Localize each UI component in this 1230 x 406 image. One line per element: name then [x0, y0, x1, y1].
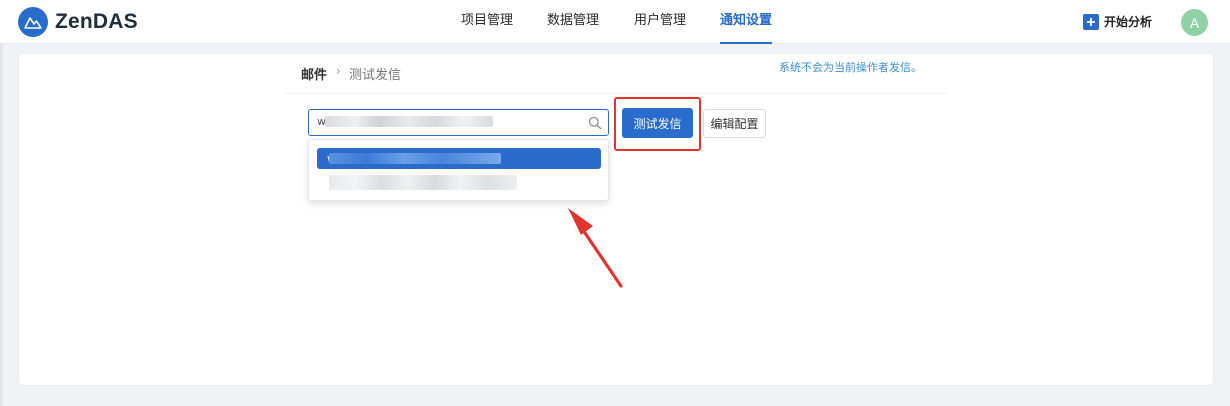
nav-item-data[interactable]: 数据管理 [547, 0, 599, 44]
red-arrow-annotation [568, 208, 623, 288]
dropdown-option-redacted[interactable] [329, 175, 517, 190]
recipient-search-input[interactable]: w [308, 109, 609, 136]
breadcrumb-current: 测试发信 [349, 68, 402, 83]
left-edge-strip [0, 44, 3, 406]
highlight-box [614, 97, 701, 151]
chart-logo-icon [18, 7, 48, 37]
avatar[interactable]: A [1181, 9, 1208, 36]
redacted-option-value [329, 153, 501, 164]
brand-logo[interactable]: ZenDAS [18, 7, 138, 37]
brand-name: ZenDAS [55, 10, 138, 33]
breadcrumb-root[interactable]: 邮件 [301, 64, 327, 83]
start-analysis-label: 开始分析 [1104, 15, 1153, 29]
start-analysis-button[interactable]: 开始分析 [1083, 13, 1152, 30]
nav-item-users[interactable]: 用户管理 [634, 0, 686, 44]
header-divider [284, 93, 948, 94]
dropdown-option-selected[interactable]: w [317, 148, 601, 169]
top-bar: ZenDAS 项目管理 数据管理 用户管理 通知设置 开始分析 A [0, 0, 1230, 44]
search-icon[interactable] [588, 115, 602, 134]
nav-item-notifications[interactable]: 通知设置 [720, 0, 773, 44]
nav-item-projects[interactable]: 项目管理 [461, 0, 513, 44]
recipient-dropdown: w [308, 139, 609, 201]
redacted-search-value [325, 116, 493, 127]
edit-config-button[interactable]: 编辑配置 [703, 109, 766, 138]
notice-text: 系统不会为当前操作者发信。 [779, 61, 922, 74]
plus-icon [1083, 13, 1099, 30]
breadcrumb-separator: › [336, 64, 341, 78]
